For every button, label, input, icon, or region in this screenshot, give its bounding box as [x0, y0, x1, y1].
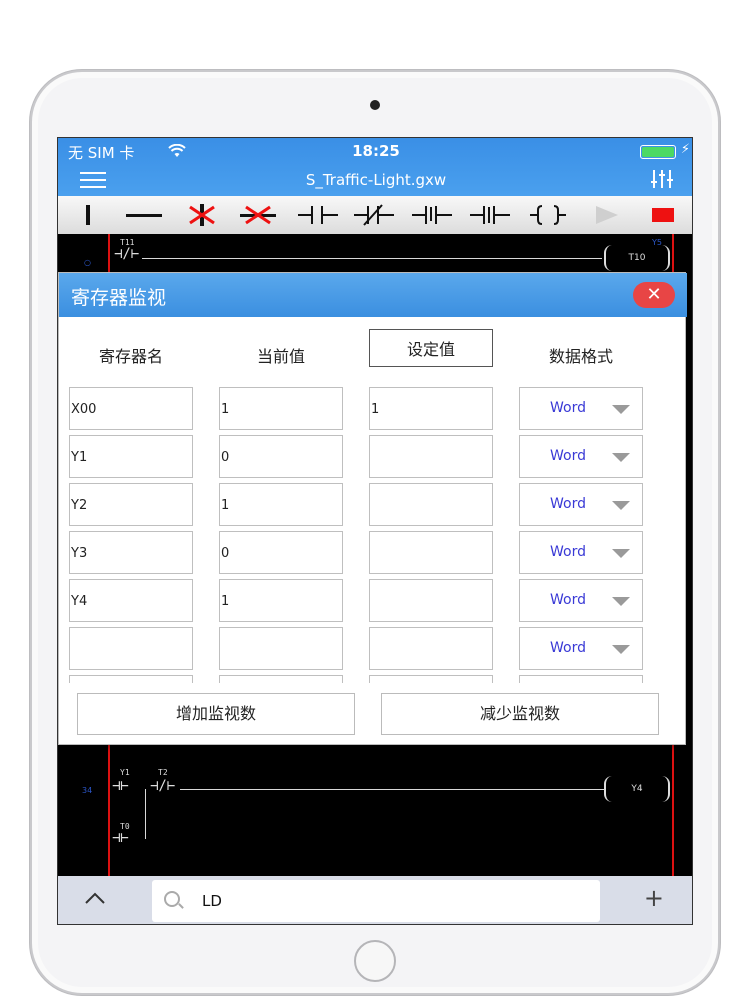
current-value-field[interactable]: 1 — [219, 387, 343, 430]
setpoint-field[interactable] — [369, 531, 493, 574]
dropdown-arrow-icon — [612, 453, 630, 462]
settings-sliders-icon[interactable] — [650, 168, 674, 195]
chevron-up-icon[interactable] — [84, 886, 106, 910]
format-select[interactable]: Word — [519, 531, 643, 574]
rung-wire-2 — [180, 789, 604, 790]
current-value-field[interactable]: 0 — [219, 531, 343, 574]
header-data-format: 数据格式 — [548, 347, 613, 366]
rung-wire — [142, 258, 602, 259]
register-name-field[interactable]: X00 — [69, 387, 193, 430]
rung-marker: ○ — [84, 258, 91, 267]
contact-nc-symbol[interactable]: ⊣/⊢ — [114, 246, 139, 262]
charging-icon: ⚡ — [680, 142, 690, 157]
contact-rising-tool[interactable] — [410, 199, 454, 231]
clock: 18:25 — [352, 142, 400, 160]
register-name-field[interactable] — [69, 627, 193, 670]
step-number: 34 — [82, 786, 93, 795]
format-select[interactable]: Word — [519, 627, 643, 670]
battery-icon — [640, 145, 676, 159]
add-icon[interactable]: + — [644, 884, 664, 912]
header-current-value: 当前值 — [256, 347, 305, 366]
current-value-field[interactable] — [219, 627, 343, 670]
register-name-field[interactable]: Y4 — [69, 579, 193, 622]
contact-falling-tool[interactable] — [468, 199, 512, 231]
dropdown-arrow-icon — [612, 405, 630, 414]
rung-output-label: Y5 — [652, 238, 662, 247]
file-title: S_Traffic-Light.gxw — [305, 171, 447, 189]
coil-t10[interactable]: T10 — [604, 245, 670, 271]
coil-y4[interactable]: Y4 — [604, 776, 670, 802]
format-value: Word — [550, 448, 586, 464]
setpoint-field[interactable] — [369, 579, 493, 622]
contact-no-tool[interactable] — [296, 199, 340, 231]
contact-t0-symbol[interactable]: ⊣⊢ — [112, 830, 129, 846]
header-setpoint[interactable]: 设定值 — [369, 329, 493, 367]
dialog-header: 寄存器监视 ✕ — [59, 273, 687, 317]
format-value: Word — [550, 592, 586, 608]
ladder-toolbar — [58, 196, 692, 234]
format-select[interactable] — [519, 675, 643, 683]
horizontal-line-tool[interactable] — [124, 199, 164, 231]
format-select[interactable]: Word — [519, 387, 643, 430]
header-register-name: 寄存器名 — [98, 347, 163, 366]
register-name-field[interactable] — [69, 675, 193, 683]
current-value-field[interactable]: 0 — [219, 435, 343, 478]
vertical-line-tool[interactable] — [78, 199, 98, 231]
dropdown-arrow-icon — [612, 549, 630, 558]
stop-icon[interactable] — [648, 199, 678, 231]
delete-vertical-tool[interactable] — [182, 199, 222, 231]
coil-label: T10 — [628, 253, 646, 263]
branch-wire — [145, 789, 146, 839]
format-value: Word — [550, 544, 586, 560]
setpoint-field[interactable]: 1 — [369, 387, 493, 430]
format-select[interactable]: Word — [519, 435, 643, 478]
nav-bar: S_Traffic-Light.gxw — [58, 164, 692, 196]
setpoint-field[interactable] — [369, 483, 493, 526]
run-icon[interactable] — [590, 199, 624, 231]
format-value: Word — [550, 400, 586, 416]
remove-monitor-button[interactable]: 减少监视数 — [381, 693, 659, 735]
close-icon[interactable]: ✕ — [633, 282, 675, 308]
dropdown-arrow-icon — [612, 501, 630, 510]
register-monitor-dialog: 寄存器监视 ✕ 寄存器名 当前值 设定值 数据格式 X00 1 1 Word Y… — [58, 272, 687, 745]
instruction-search-field[interactable]: LD — [152, 880, 600, 922]
setpoint-field[interactable] — [369, 675, 493, 683]
register-name-field[interactable]: Y2 — [69, 483, 193, 526]
bottom-bar: LD + — [58, 876, 692, 924]
top-bar: 无 SIM 卡 18:25 ⚡ S_Traffic-Light.gxw — [58, 138, 692, 196]
format-value: Word — [550, 496, 586, 512]
contact-t2-symbol[interactable]: ⊣/⊢ — [150, 778, 175, 794]
current-value-field[interactable] — [219, 675, 343, 683]
camera-icon — [370, 100, 380, 110]
setpoint-field[interactable] — [369, 435, 493, 478]
function-block-tool[interactable] — [528, 199, 568, 231]
register-rows: X00 1 1 Word Y1 0 Word Y2 1 Word Y3 0 Wo… — [59, 381, 687, 683]
contact-y1-label: Y1 — [120, 768, 130, 777]
delete-horizontal-tool[interactable] — [238, 199, 278, 231]
setpoint-field[interactable] — [369, 627, 493, 670]
dialog-title: 寄存器监视 — [71, 287, 167, 309]
register-name-field[interactable]: Y3 — [69, 531, 193, 574]
current-value-field[interactable]: 1 — [219, 579, 343, 622]
current-value-field[interactable]: 1 — [219, 483, 343, 526]
register-name-field[interactable]: Y1 — [69, 435, 193, 478]
search-input-value[interactable]: LD — [202, 892, 222, 910]
dropdown-arrow-icon — [612, 597, 630, 606]
app-screen: 无 SIM 卡 18:25 ⚡ S_Traffic-Light.gxw T11 … — [57, 137, 693, 925]
contact-nc-tool[interactable] — [352, 199, 396, 231]
contact-y1-symbol[interactable]: ⊣⊢ — [112, 778, 129, 794]
format-value: Word — [550, 640, 586, 656]
coil-y4-label: Y4 — [631, 784, 643, 794]
status-bar: 无 SIM 卡 18:25 ⚡ — [58, 142, 692, 162]
search-icon — [164, 891, 180, 907]
format-select[interactable]: Word — [519, 579, 643, 622]
home-button[interactable] — [354, 940, 396, 982]
add-monitor-button[interactable]: 增加监视数 — [77, 693, 355, 735]
dropdown-arrow-icon — [612, 645, 630, 654]
format-select[interactable]: Word — [519, 483, 643, 526]
contact-t2-label: T2 — [158, 768, 168, 777]
